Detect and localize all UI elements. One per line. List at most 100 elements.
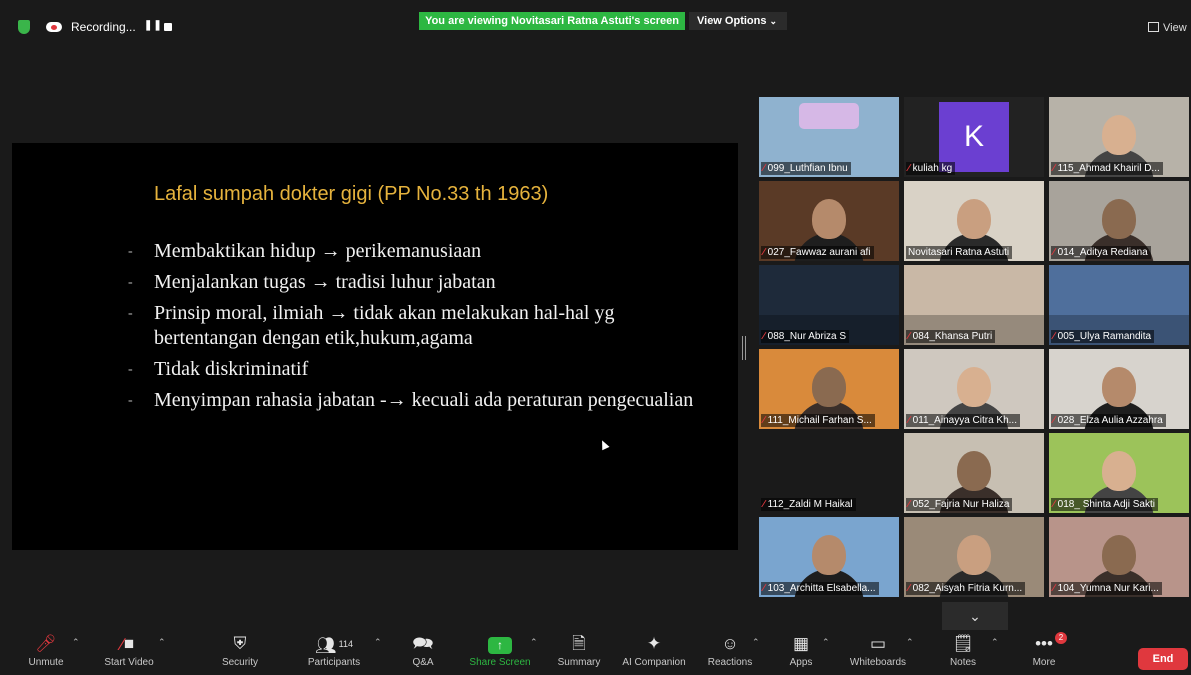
- more-button[interactable]: ••• More 2: [1027, 632, 1067, 668]
- participant-name-label: ∕ 112_Zaldi M Haikal: [761, 498, 856, 511]
- participant-tile[interactable]: ∕ 103_Architta Elsabella...: [759, 517, 899, 597]
- shield-icon: ⛨: [233, 634, 247, 653]
- person-head: [812, 199, 846, 239]
- mic-muted-icon: ∕: [1053, 499, 1055, 510]
- participant-name-label: ∕ 115_Ahmad Khairil D...: [1051, 162, 1163, 175]
- participant-name-label: ∕ 028_Elza Aulia Azzahra: [1051, 414, 1166, 427]
- slide-bullet: - Membaktikan hidup → perikemanusiaan: [128, 240, 482, 262]
- stop-recording-icon[interactable]: [164, 23, 172, 31]
- slide-bullet: - Menyimpan rahasia jabatan -→ kecuali ad…: [128, 389, 694, 411]
- mic-muted-icon: ∕: [763, 583, 765, 594]
- reactions-button[interactable]: ☺ Reactions ⌃: [704, 633, 760, 668]
- whiteboards-caret-icon[interactable]: ⌃: [906, 637, 914, 648]
- participant-tile[interactable]: ∕ 082_Aisyah Fitria Kurn...: [904, 517, 1044, 597]
- participant-name-label: ∕ 104_Yumna Nur Kari...: [1051, 582, 1162, 595]
- mic-muted-icon: ∕: [763, 499, 765, 510]
- person-head: [957, 535, 991, 575]
- participant-name-label: ∕ 111_Michail Farhan S...: [761, 414, 875, 427]
- participant-tile[interactable]: ∕ 028_Elza Aulia Azzahra: [1049, 349, 1189, 429]
- view-options-label: View Options: [697, 15, 767, 27]
- person-head: [812, 367, 846, 407]
- person-head: [1102, 535, 1136, 575]
- start-video-button[interactable]: ■ ∕ Start Video ⌃: [100, 633, 165, 668]
- mic-muted-icon: ∕: [763, 331, 765, 342]
- slide-bullet: - Prinsip moral, ilmiah → tidak akan mela…: [128, 302, 615, 349]
- mic-muted-icon: ∕: [1053, 247, 1055, 258]
- participant-tile[interactable]: ∕ 011_Ainayya Citra Kh...: [904, 349, 1044, 429]
- sparkle-icon: ✦: [646, 634, 662, 653]
- participant-tile[interactable]: K ∕ kuliah kg: [904, 97, 1044, 177]
- participant-tile[interactable]: ∕ 014_Aditya Rediana: [1049, 181, 1189, 261]
- apps-icon: ▦: [792, 634, 810, 653]
- audio-options-caret-icon[interactable]: ⌃: [72, 637, 80, 648]
- mic-muted-icon: ∕: [908, 163, 910, 174]
- reactions-caret-icon[interactable]: ⌃: [752, 637, 760, 648]
- slide-bullet-list: - Membaktikan hidup → perikemanusiaan - Me…: [128, 239, 708, 419]
- notification-badge: 2: [1055, 632, 1067, 644]
- summary-icon: 🗎︎: [572, 634, 586, 653]
- participant-tile[interactable]: ∕ 115_Ahmad Khairil D...: [1049, 97, 1189, 177]
- participant-tile[interactable]: ∕ 084_Khansa Putri: [904, 265, 1044, 345]
- person-head: [957, 367, 991, 407]
- participant-tile[interactable]: ∕ 088_Nur Abriza S: [759, 265, 899, 345]
- viewing-banner: You are viewing Novitasari Ratna Astuti'…: [419, 12, 685, 30]
- meeting-toolbar: 🎤︎ Unmute ⌃ ■ ∕ Start Video ⌃ ⛨ Security …: [0, 632, 1191, 675]
- mic-muted-icon: ∕: [763, 247, 765, 258]
- mic-muted-icon: ∕: [1053, 415, 1055, 426]
- notes-button[interactable]: 🗒︎ Notes ⌃: [945, 633, 999, 668]
- participant-name-label: ∕ 084_Khansa Putri: [906, 330, 996, 343]
- qa-button[interactable]: 🗪︎ Q&A: [406, 633, 440, 668]
- participant-name-label: ∕ 005_Ulya Ramandita: [1051, 330, 1155, 343]
- mic-muted-icon: ∕: [1053, 583, 1055, 594]
- mic-muted-icon: ∕: [763, 415, 765, 426]
- view-button[interactable]: View: [1148, 22, 1187, 34]
- cloud-recording-icon: [46, 22, 62, 32]
- share-screen-button[interactable]: ↑ Share Screen ⌃: [466, 633, 538, 668]
- apps-caret-icon[interactable]: ⌃: [822, 637, 830, 648]
- participant-tile[interactable]: Novitasari Ratna Astuti: [904, 181, 1044, 261]
- participant-name-label: ∕ 088_Nur Abriza S: [761, 330, 850, 343]
- person-head: [1102, 115, 1136, 155]
- participant-name-label: ∕ 099_Luthfian Ibnu: [761, 162, 851, 175]
- end-meeting-button[interactable]: End: [1138, 648, 1188, 670]
- mic-muted-icon: ∕: [1053, 163, 1055, 174]
- emoji-icon: ☺: [721, 634, 739, 653]
- shared-screen: Lafal sumpah dokter gigi (PP No.33 th 19…: [12, 143, 738, 550]
- participant-tile[interactable]: ∕ 018_ Shinta Adji Sakti: [1049, 433, 1189, 513]
- shield-icon[interactable]: [18, 20, 30, 34]
- participants-icon: 👥︎ 114: [315, 636, 353, 655]
- participant-name-label: ∕ 052_Fajria Nur Haliza: [906, 498, 1013, 511]
- pause-recording-icon[interactable]: ❚❚: [144, 20, 163, 31]
- virtual-background-logo: [799, 103, 859, 129]
- participant-tile[interactable]: ∕ 104_Yumna Nur Kari...: [1049, 517, 1189, 597]
- qa-icon: 🗪︎: [412, 634, 434, 653]
- layout-icon: [1148, 22, 1159, 32]
- unmute-button[interactable]: 🎤︎ Unmute ⌃: [22, 633, 79, 668]
- security-button[interactable]: ⛨ Security: [214, 633, 266, 668]
- participant-name-label: ∕ kuliah kg: [906, 162, 956, 175]
- person-head: [957, 451, 991, 491]
- view-options-button[interactable]: View Options ⌄: [689, 12, 787, 30]
- participants-button[interactable]: 👥︎ 114 Participants ⌃: [300, 633, 382, 668]
- notes-caret-icon[interactable]: ⌃: [991, 637, 999, 648]
- person-head: [1102, 451, 1136, 491]
- video-options-caret-icon[interactable]: ⌃: [158, 637, 166, 648]
- ai-companion-button[interactable]: ✦ AI Companion: [617, 633, 691, 668]
- split-resize-handle[interactable]: [742, 336, 746, 360]
- summary-button[interactable]: 🗎︎ Summary: [553, 633, 605, 668]
- person-head: [957, 199, 991, 239]
- share-screen-icon: ↑: [488, 637, 512, 654]
- participant-name-label: ∕ 103_Architta Elsabella...: [761, 582, 879, 595]
- participant-name-label: ∕ 014_Aditya Rediana: [1051, 246, 1151, 259]
- participant-tile[interactable]: ∕ 005_Ulya Ramandita: [1049, 265, 1189, 345]
- participant-tile[interactable]: ∕ 111_Michail Farhan S...: [759, 349, 899, 429]
- gallery-scroll-down-button[interactable]: ⌄: [942, 602, 1008, 630]
- whiteboards-button[interactable]: ▭ Whiteboards ⌃: [844, 633, 914, 668]
- share-options-caret-icon[interactable]: ⌃: [530, 637, 538, 648]
- participant-tile[interactable]: ∕ 052_Fajria Nur Haliza: [904, 433, 1044, 513]
- participant-tile[interactable]: ∕ 099_Luthfian Ibnu: [759, 97, 899, 177]
- apps-button[interactable]: ▦ Apps ⌃: [784, 633, 830, 668]
- participant-tile[interactable]: ∕ 027_Fawwaz aurani afi: [759, 181, 899, 261]
- participant-tile[interactable]: ∕ 112_Zaldi M Haikal: [759, 433, 899, 513]
- participants-caret-icon[interactable]: ⌃: [374, 637, 382, 648]
